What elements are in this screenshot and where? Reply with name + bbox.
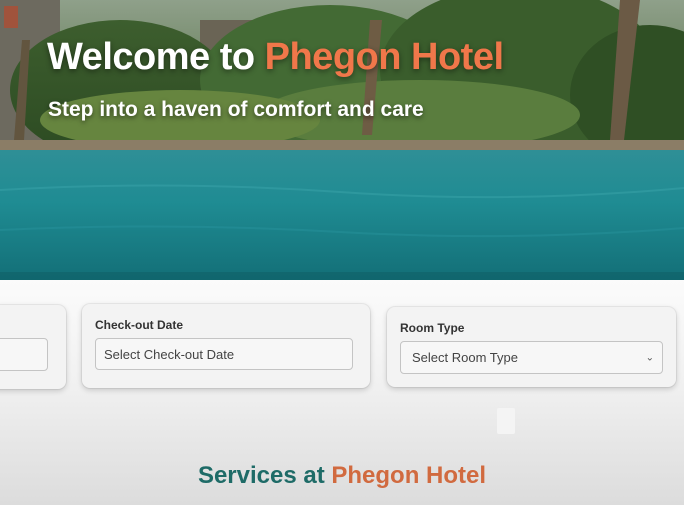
booking-section: Check-out Date Select Check-out Date Roo… xyxy=(0,280,684,505)
room-type-selected: Select Room Type xyxy=(412,350,518,365)
hero-banner: Welcome to Phegon Hotel Step into a have… xyxy=(0,0,684,280)
checkout-card: Check-out Date Select Check-out Date xyxy=(82,304,370,388)
hero-subtitle: Step into a haven of comfort and care xyxy=(48,98,424,121)
hero-title: Welcome to Phegon Hotel xyxy=(47,36,504,79)
checkin-date-field[interactable] xyxy=(0,338,48,371)
checkout-label: Check-out Date xyxy=(95,318,184,332)
checkout-placeholder: Select Check-out Date xyxy=(104,346,235,362)
room-type-label: Room Type xyxy=(400,321,465,335)
checkin-card xyxy=(0,305,66,389)
services-title-brand: Phegon Hotel xyxy=(331,462,487,489)
hero-title-prefix: Welcome to xyxy=(47,36,265,78)
services-title-prefix: Services at xyxy=(197,462,332,489)
checkout-date-field[interactable]: Select Check-out Date xyxy=(95,338,353,370)
hero-title-brand: Phegon Hotel xyxy=(264,36,504,78)
room-type-card: Room Type Select Room Type ⌄ xyxy=(387,307,676,387)
services-title: Services at Phegon Hotel xyxy=(0,462,684,490)
placeholder-block xyxy=(497,408,515,434)
room-type-select[interactable]: Select Room Type ⌄ xyxy=(400,341,663,374)
chevron-down-icon: ⌄ xyxy=(645,352,654,363)
